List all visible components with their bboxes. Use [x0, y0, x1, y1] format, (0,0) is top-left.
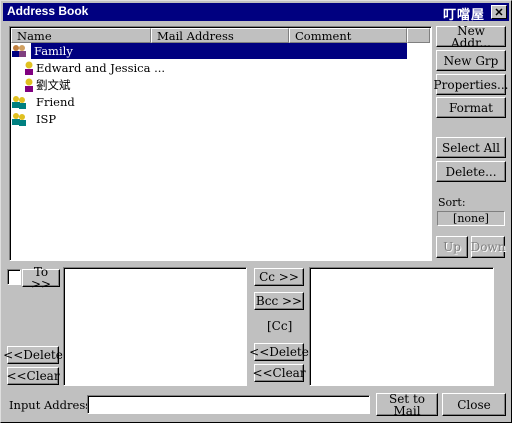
to-clear-label: <<Clear: [6, 369, 60, 383]
column-mail-address[interactable]: Mail Address: [151, 28, 289, 43]
add-cc-label: Cc >>: [259, 270, 299, 284]
column-filler: [407, 28, 430, 43]
list-item-family[interactable]: Family: [11, 43, 411, 59]
select-all-button[interactable]: Select All: [436, 137, 506, 158]
new-address-button[interactable]: New Addr...: [436, 23, 506, 50]
cc-clear-label: <<Clear: [252, 366, 306, 380]
add-cc-button[interactable]: Cc >>: [254, 268, 304, 286]
list-item-label: Friend: [36, 95, 75, 109]
list-item-label: 劉文斌: [36, 78, 71, 92]
list-item-label: Edward and Jessica ...: [36, 61, 166, 75]
cc-delete-label: <<Delete: [249, 345, 309, 359]
input-address-label: Input Address:: [9, 398, 96, 412]
move-up-label: Up: [443, 240, 461, 254]
properties-button[interactable]: Properties...: [433, 74, 509, 95]
person-icon: [25, 78, 33, 92]
cc-clear-button[interactable]: <<Clear: [252, 364, 306, 382]
to-clear-button[interactable]: <<Clear: [6, 367, 60, 385]
address-book-window: Address Book 叮噹屋 ✕ Name Mail Address Com…: [0, 0, 512, 423]
select-all-label: Select All: [442, 140, 500, 155]
delete-button[interactable]: Delete...: [436, 161, 506, 182]
move-down-button[interactable]: Down: [471, 236, 505, 258]
move-down-label: Down: [470, 240, 506, 254]
format-label: Format: [449, 100, 493, 115]
to-delete-button[interactable]: <<Delete: [3, 346, 63, 364]
new-group-label: New Grp: [443, 53, 499, 68]
to-delete-label: <<Delete: [3, 348, 63, 362]
list-item-friend[interactable]: Friend: [11, 94, 411, 110]
add-to-button[interactable]: To >>: [22, 265, 60, 291]
title-bar[interactable]: Address Book 叮噹屋 ✕: [3, 3, 509, 23]
group-icon: [12, 96, 26, 109]
person-icon: [25, 61, 33, 75]
input-address-field[interactable]: [87, 395, 370, 414]
add-to-label: To >>: [30, 265, 52, 291]
delete-label: Delete...: [445, 164, 497, 179]
set-to-mail-button[interactable]: Set to Mail: [376, 391, 438, 418]
close-icon[interactable]: ✕: [491, 5, 507, 19]
group-icon: [12, 45, 26, 57]
window-title: Address Book: [7, 4, 89, 18]
set-to-mail-label: Set to Mail: [388, 391, 425, 418]
cc-mode-indicator: [Cc]: [267, 319, 293, 333]
close-label: Close: [457, 397, 491, 412]
cc-delete-button[interactable]: <<Delete: [249, 343, 309, 361]
cc-recipients-list[interactable]: [309, 267, 494, 386]
sort-value[interactable]: [none]: [437, 211, 505, 226]
list-item-isp[interactable]: ISP: [11, 111, 411, 127]
list-item-liu-wenbin[interactable]: 劉文斌: [11, 77, 411, 93]
move-up-button[interactable]: Up: [436, 236, 468, 258]
column-comment[interactable]: Comment: [289, 28, 407, 43]
brand-logo-text: 叮噹屋: [442, 8, 485, 23]
new-address-label: New Addr...: [451, 23, 491, 50]
list-item-label: ISP: [36, 112, 57, 126]
sort-label: Sort:: [438, 196, 466, 209]
column-name[interactable]: Name: [11, 28, 151, 43]
format-button[interactable]: Format: [436, 97, 506, 118]
list-item-edward-jessica[interactable]: Edward and Jessica ...: [11, 60, 411, 76]
add-bcc-label: Bcc >>: [255, 294, 303, 308]
add-bcc-button[interactable]: Bcc >>: [254, 292, 304, 310]
to-recipients-list[interactable]: [63, 267, 247, 386]
properties-label: Properties...: [433, 77, 509, 92]
to-indicator-box: [7, 269, 21, 285]
group-icon: [12, 113, 26, 126]
list-item-label: Family: [34, 44, 73, 58]
new-group-button[interactable]: New Grp: [436, 50, 506, 71]
close-button[interactable]: Close: [442, 393, 506, 416]
